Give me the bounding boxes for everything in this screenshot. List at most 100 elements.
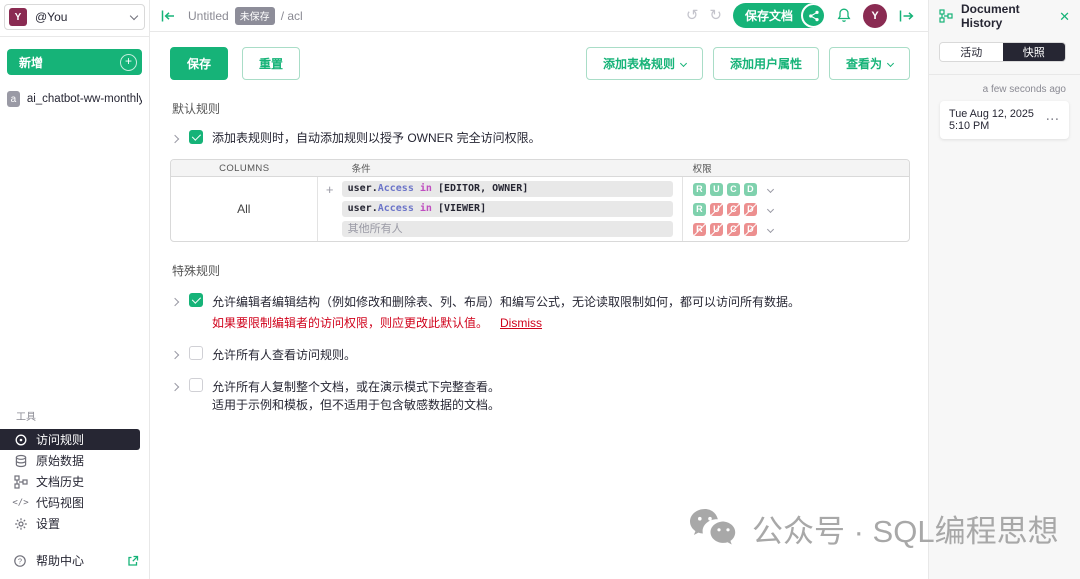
permission-badge-d[interactable]: D	[744, 183, 758, 197]
permission-badge-c[interactable]: C	[727, 203, 741, 217]
permission-badge-u[interactable]: U	[710, 183, 724, 197]
doc-title[interactable]: Untitled	[188, 9, 229, 23]
rules-table-body: All +user.Access in [EDITOR, OWNER]user.…	[171, 177, 909, 241]
auto-owner-rule-row: 添加表规则时，自动添加规则以授予 OWNER 完全访问权限。	[172, 130, 910, 147]
permission-badge-d[interactable]: D	[744, 223, 758, 237]
history-tab-activity[interactable]: 活动	[940, 43, 1003, 61]
tool-label: 设置	[36, 515, 60, 532]
columns-header: COLUMNS	[171, 163, 318, 174]
rule-condition-row: 其他所有人	[318, 219, 682, 239]
add-condition-icon[interactable]: +	[318, 182, 342, 197]
expander-chevron-icon[interactable]	[172, 379, 186, 393]
snapshot-time-ago: a few seconds ago	[929, 75, 1080, 101]
sidebar-item-settings[interactable]: 设置	[0, 513, 149, 534]
left-sidebar: Y @You 新增 + a ai_chatbot-ww-monthly-20..…	[0, 0, 150, 579]
expander-chevron-icon[interactable]	[172, 131, 186, 145]
permission-badge-r[interactable]: R	[693, 183, 707, 197]
unsaved-badge: 未保存	[235, 7, 275, 25]
external-link-icon	[127, 555, 139, 567]
close-icon[interactable]: ✕	[1059, 10, 1070, 23]
view-as-button[interactable]: 查看为	[829, 47, 910, 80]
top-bar: Untitled 未保存 / acl ↺ ↻ 保存文档 Y	[150, 0, 928, 32]
redo-icon[interactable]: ↻	[709, 8, 722, 23]
document-list-item[interactable]: a ai_chatbot-ww-monthly-20...	[7, 91, 142, 107]
expander-chevron-icon[interactable]	[172, 347, 186, 361]
snapshot-card[interactable]: Tue Aug 12, 2025 5:10 PM ···	[940, 101, 1069, 139]
expander-chevron-icon[interactable]	[172, 294, 186, 308]
doc-history-icon	[939, 9, 953, 23]
default-rules-title: 默认规则	[172, 100, 910, 117]
special-rule-checkbox[interactable]	[189, 346, 203, 360]
chevron-down-icon[interactable]	[767, 186, 774, 193]
sidebar-divider	[0, 36, 149, 37]
add-user-attribute-button[interactable]: 添加用户属性	[713, 47, 819, 80]
workspace-selector[interactable]: Y @You	[4, 4, 145, 30]
special-rule-item: 允许编辑者编辑结构（例如修改和删除表、列、布局）和编写公式，无论读取限制如何，都…	[172, 293, 910, 332]
permission-badge-d[interactable]: D	[744, 203, 758, 217]
history-tabs: 活动快照	[939, 42, 1066, 62]
auto-owner-rule-checkbox[interactable]	[189, 130, 203, 144]
share-icon[interactable]	[801, 3, 826, 28]
sidebar-item-raw-data[interactable]: 原始数据	[0, 450, 149, 471]
permission-badge-r[interactable]: R	[693, 223, 707, 237]
save-document-button[interactable]: 保存文档	[733, 3, 825, 28]
doc-history-icon	[13, 474, 28, 489]
svg-text:?: ?	[18, 556, 22, 565]
chevron-down-icon[interactable]	[767, 226, 774, 233]
dismiss-link[interactable]: Dismiss	[500, 316, 542, 330]
topbar-right: ↺ ↻ 保存文档 Y	[686, 3, 914, 28]
sidebar-item-help-center[interactable]: ? 帮助中心	[0, 550, 149, 571]
special-rule-item: 允许所有人查看访问规则。	[172, 346, 910, 364]
history-panel-header: Document History ✕	[929, 0, 1080, 32]
document-history-panel: Document History ✕ 活动快照 a few seconds ag…	[928, 0, 1080, 579]
editor-warning-text: 如果要限制编辑者的访问权限，则应更改此默认值。Dismiss	[212, 314, 800, 332]
chevron-down-icon[interactable]	[767, 206, 774, 213]
snapshot-menu-icon[interactable]: ···	[1046, 114, 1060, 126]
special-rule-checkbox[interactable]	[189, 293, 203, 307]
condition-input[interactable]: 其他所有人	[342, 221, 673, 237]
permission-badge-u[interactable]: U	[710, 223, 724, 237]
save-button[interactable]: 保存	[170, 47, 228, 80]
sidebar-tools: 工具 访问规则原始数据文档历史 </>代码视图设置 ? 帮助中心	[0, 408, 149, 579]
sidebar-item-code-view[interactable]: </>代码视图	[0, 492, 149, 513]
access-rules-icon	[13, 432, 28, 447]
tool-label: 访问规则	[36, 431, 84, 448]
condition-token: in	[414, 183, 438, 194]
condition-input[interactable]: user.Access in [VIEWER]	[342, 201, 673, 217]
notifications-bell-icon[interactable]	[836, 7, 852, 24]
chevron-down-icon	[887, 60, 894, 67]
condition-header: 条件	[318, 161, 683, 175]
permission-badge-c[interactable]: C	[727, 223, 741, 237]
sidebar-item-doc-history[interactable]: 文档历史	[0, 471, 149, 492]
condition-token: in	[414, 203, 438, 214]
undo-icon[interactable]: ↺	[686, 8, 699, 23]
permission-badge-u[interactable]: U	[710, 203, 724, 217]
document-name: ai_chatbot-ww-monthly-20...	[27, 93, 142, 105]
sidebar-item-access-rules[interactable]: 访问规则	[0, 429, 140, 450]
rule-permissions-row: RUCD	[683, 219, 909, 239]
tool-label: 文档历史	[36, 473, 84, 490]
code-view-icon: </>	[13, 495, 28, 510]
add-new-button[interactable]: 新增 +	[7, 49, 142, 75]
condition-input[interactable]: user.Access in [EDITOR, OWNER]	[342, 181, 673, 197]
tools-section-label: 工具	[0, 408, 149, 429]
expand-right-panel-icon[interactable]	[898, 9, 914, 23]
tools-list: 访问规则原始数据文档历史 </>代码视图设置	[0, 429, 149, 534]
collapse-left-panel-icon[interactable]	[160, 9, 176, 23]
user-avatar[interactable]: Y	[863, 4, 887, 28]
special-rule-text: 适用于示例和模板，但不适用于包含敏感数据的文档。	[212, 396, 500, 414]
condition-token: user.	[348, 183, 378, 194]
reset-button[interactable]: 重置	[242, 47, 300, 80]
rule-scope-cell: All	[171, 177, 318, 241]
history-tab-snapshots[interactable]: 快照	[1003, 43, 1066, 61]
special-rule-text: 允许所有人复制整个文档，或在演示模式下完整查看。	[212, 378, 500, 396]
permission-badge-c[interactable]: C	[727, 183, 741, 197]
snapshot-label: Tue Aug 12, 2025 5:10 PM	[949, 108, 1046, 132]
condition-token: user.	[348, 203, 378, 214]
permission-badge-r[interactable]: R	[693, 203, 707, 217]
rule-condition-row: +user.Access in [EDITOR, OWNER]	[318, 179, 682, 199]
special-rule-checkbox[interactable]	[189, 378, 203, 392]
add-table-rules-button[interactable]: 添加表格规则	[586, 47, 703, 80]
special-rules-title: 特殊规则	[172, 262, 910, 279]
permissions-column: RUCDRUCDRUCD	[683, 177, 909, 241]
